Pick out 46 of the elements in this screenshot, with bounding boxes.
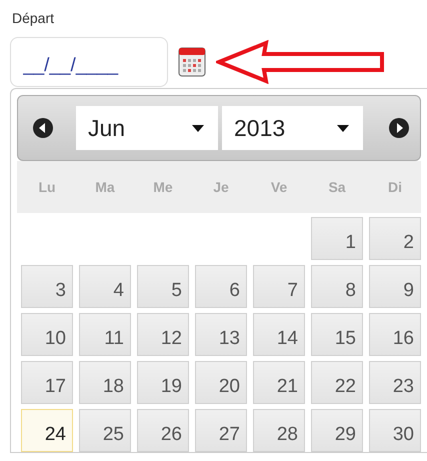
weekday-label: Di [387, 179, 403, 195]
day-cell[interactable]: 7 [253, 265, 305, 308]
day-cell[interactable]: 26 [137, 409, 189, 452]
day-cell[interactable]: 16 [369, 313, 421, 356]
day-cell[interactable]: 18 [79, 361, 131, 404]
day-cell[interactable]: 14 [253, 313, 305, 356]
day-cell[interactable]: 13 [195, 313, 247, 356]
day-cell[interactable]: 30 [369, 409, 421, 452]
day-cell[interactable]: 20 [195, 361, 247, 404]
day-cell[interactable]: 28 [253, 409, 305, 452]
day-cell[interactable]: 12 [137, 313, 189, 356]
date-field[interactable]: __/__/____ [10, 37, 168, 87]
day-cell[interactable]: 4 [79, 265, 131, 308]
day-cell[interactable]: 9 [369, 265, 421, 308]
day-cell[interactable]: 25 [79, 409, 131, 452]
day-cell[interactable]: 8 [311, 265, 363, 308]
calendar-icon[interactable] [178, 47, 206, 77]
day-cell[interactable]: 2 [369, 217, 421, 260]
weekday-label: Je [212, 179, 230, 195]
day-cell[interactable]: 27 [195, 409, 247, 452]
month-select[interactable]: Jun [76, 106, 218, 150]
previous-icon[interactable] [32, 117, 54, 139]
day-cell[interactable]: 15 [311, 313, 363, 356]
day-cell[interactable]: 21 [253, 361, 305, 404]
weekday-label: Ma [94, 179, 116, 195]
caret-icon [192, 124, 204, 132]
day-cell[interactable]: 19 [137, 361, 189, 404]
year-select[interactable]: 2013 [222, 106, 363, 150]
day-cell[interactable]: 11 [79, 313, 131, 356]
day-cell[interactable]: 6 [195, 265, 247, 308]
weekday-label: Lu [37, 179, 57, 195]
weekday-label: Sa [327, 179, 347, 195]
day-cell[interactable]: 17 [21, 361, 73, 404]
day-cell[interactable]: 5 [137, 265, 189, 308]
day-cell[interactable]: 23 [369, 361, 421, 404]
day-cell[interactable]: 22 [311, 361, 363, 404]
day-cell[interactable]: 1 [311, 217, 363, 260]
next-icon[interactable] [388, 117, 410, 139]
day-cell[interactable]: 29 [311, 409, 363, 452]
day-cell[interactable]: 10 [21, 313, 73, 356]
day-cell[interactable]: 24 [21, 409, 73, 452]
field-label: Départ [11, 10, 56, 28]
weekday-label: Me [152, 179, 174, 195]
weekday-label: Ve [270, 179, 288, 195]
caret-icon [337, 124, 349, 132]
day-cell[interactable]: 3 [21, 265, 73, 308]
